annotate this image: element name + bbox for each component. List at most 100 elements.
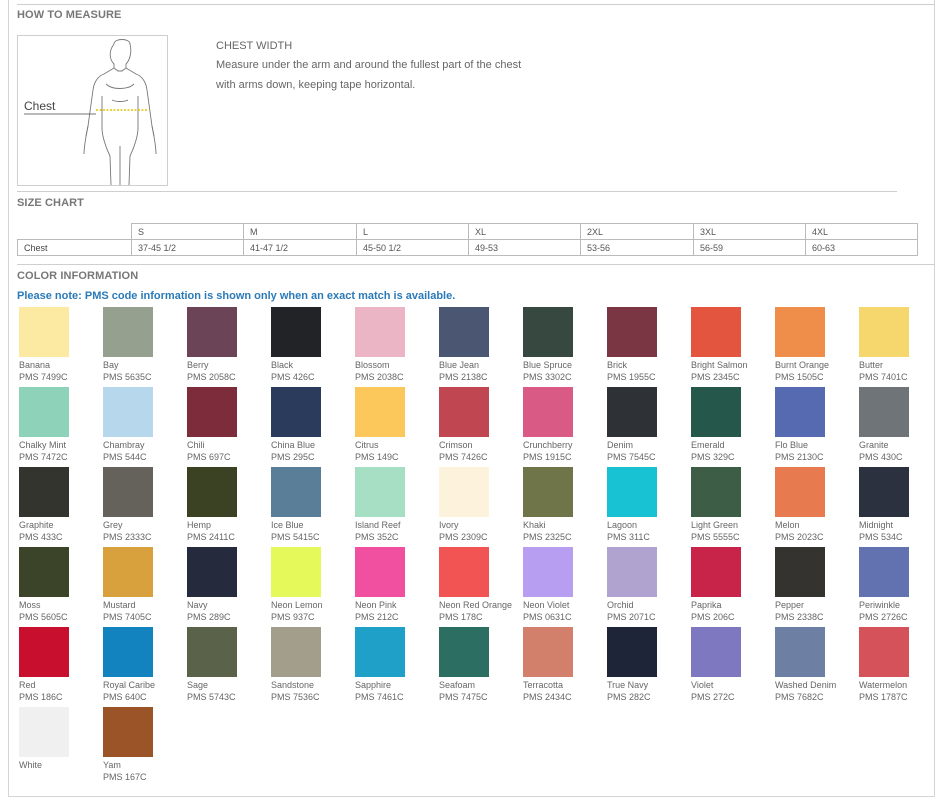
color-info-title: COLOR INFORMATION — [17, 270, 139, 282]
color-name: Black — [271, 360, 294, 370]
color-pms-code: PMS 7461C — [355, 692, 404, 702]
color-pms-code: PMS 2411C — [187, 532, 235, 542]
color-chip — [187, 547, 237, 597]
color-swatch: White — [17, 707, 101, 787]
color-pms-code: PMS 2138C — [439, 372, 488, 382]
color-chip — [19, 307, 69, 357]
color-chip — [775, 307, 825, 357]
color-pms-code: PMS 329C — [691, 452, 735, 462]
color-name: China Blue — [271, 440, 316, 450]
color-chip — [355, 627, 405, 677]
size-header-cell: 4XL — [805, 223, 918, 240]
color-name: Island Reef — [355, 520, 401, 530]
color-swatch: Pepper PMS 2338C — [773, 547, 857, 627]
chest-width-heading: CHEST WIDTH — [216, 40, 293, 52]
color-chip — [775, 467, 825, 517]
color-chip — [187, 387, 237, 437]
color-swatch: Sapphire PMS 7461C — [353, 627, 437, 707]
size-value-cell: 37-45 1/2 — [131, 239, 244, 256]
color-chip — [691, 547, 741, 597]
color-name: Melon — [775, 520, 800, 530]
color-swatch: Red PMS 186C — [17, 627, 101, 707]
color-name: Violet — [691, 680, 714, 690]
figure-chest-label: Chest — [24, 99, 56, 113]
color-pms-code: PMS 3302C — [523, 372, 572, 382]
color-swatch: Denim PMS 7545C — [605, 387, 689, 467]
color-pms-code: PMS 2038C — [355, 372, 404, 382]
color-pms-code: PMS 534C — [859, 532, 903, 542]
color-chip — [187, 467, 237, 517]
color-swatch: Burnt Orange PMS 1505C — [773, 307, 857, 387]
color-name: Navy — [187, 600, 208, 610]
color-pms-code: PMS 1915C — [523, 452, 572, 462]
color-name: Berry — [187, 360, 209, 370]
color-swatch: Emerald PMS 329C — [689, 387, 773, 467]
color-swatch: Neon Violet PMS 0631C — [521, 547, 605, 627]
color-chip — [439, 547, 489, 597]
color-swatch: Bright Salmon PMS 2345C — [689, 307, 773, 387]
color-swatch: Seafoam PMS 7475C — [437, 627, 521, 707]
color-chip — [271, 627, 321, 677]
color-pms-code: PMS 1787C — [859, 692, 908, 702]
color-pms-code: PMS 2333C — [103, 532, 152, 542]
color-name: Blossom — [355, 360, 390, 370]
color-name: Butter — [859, 360, 884, 370]
color-chip — [523, 307, 573, 357]
color-pms-code: PMS 2309C — [439, 532, 488, 542]
top-divider — [17, 4, 935, 5]
color-pms-code: PMS 697C — [187, 452, 231, 462]
color-name: Crimson — [439, 440, 473, 450]
size-header-cell: 3XL — [693, 223, 806, 240]
color-swatch: Chalky Mint PMS 7472C — [17, 387, 101, 467]
color-swatch: Neon Lemon PMS 937C — [269, 547, 353, 627]
color-chip — [271, 387, 321, 437]
color-swatch: Periwinkle PMS 2726C — [857, 547, 941, 627]
color-pms-code: PMS 0631C — [523, 612, 572, 622]
color-chip — [691, 627, 741, 677]
color-chip — [439, 627, 489, 677]
color-name: Chalky Mint — [19, 440, 67, 450]
measure-instruction-line-2: with arms down, keeping tape horizontal. — [216, 79, 416, 91]
color-name: Neon Violet — [523, 600, 570, 610]
color-swatch: Neon Pink PMS 212C — [353, 547, 437, 627]
color-chip — [355, 307, 405, 357]
color-chip — [607, 627, 657, 677]
color-chip — [859, 627, 909, 677]
color-chip — [607, 547, 657, 597]
color-pms-code: PMS 426C — [271, 372, 315, 382]
color-pms-code: PMS 178C — [439, 612, 483, 622]
color-swatch: True Navy PMS 282C — [605, 627, 689, 707]
color-swatch: Watermelon PMS 1787C — [857, 627, 941, 707]
color-chip — [355, 467, 405, 517]
color-name: White — [19, 760, 43, 770]
color-pms-code: PMS 7499C — [19, 372, 68, 382]
color-chip — [439, 307, 489, 357]
color-pms-code: PMS 7682C — [775, 692, 824, 702]
color-name: True Navy — [607, 680, 649, 690]
color-chip — [355, 547, 405, 597]
size-value-cell: 41-47 1/2 — [243, 239, 357, 256]
color-chip — [439, 467, 489, 517]
color-chip — [439, 387, 489, 437]
color-name: Moss — [19, 600, 41, 610]
color-name: Khaki — [523, 520, 546, 530]
color-chip — [859, 467, 909, 517]
color-chip — [19, 707, 69, 757]
color-name: Sandstone — [271, 680, 315, 690]
color-pms-code: PMS 2130C — [775, 452, 824, 462]
color-name: Flo Blue — [775, 440, 809, 450]
color-pms-code: PMS 272C — [691, 692, 735, 702]
color-name: Ice Blue — [271, 520, 304, 530]
color-name: Graphite — [19, 520, 54, 530]
color-chip — [355, 387, 405, 437]
color-name: Sapphire — [355, 680, 392, 690]
color-swatch: Moss PMS 5605C — [17, 547, 101, 627]
color-pms-code: PMS 7536C — [271, 692, 320, 702]
color-name: Periwinkle — [859, 600, 901, 610]
color-chip — [19, 547, 69, 597]
color-pms-code: PMS 295C — [271, 452, 315, 462]
color-pms-code: PMS 7545C — [607, 452, 656, 462]
color-chip — [19, 387, 69, 437]
color-name: Emerald — [691, 440, 725, 450]
color-pms-code: PMS 7401C — [859, 372, 908, 382]
